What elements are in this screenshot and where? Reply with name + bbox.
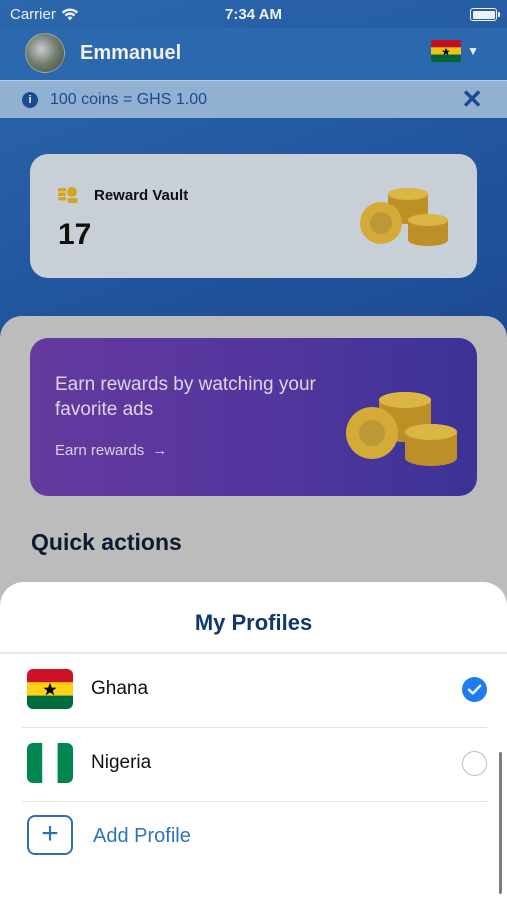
coin-rate-text: 100 coins = GHS 1.00 — [50, 91, 207, 108]
close-icon[interactable]: ✕ — [461, 86, 483, 112]
scrollbar[interactable] — [499, 752, 502, 894]
info-icon: i — [22, 92, 38, 108]
reward-vault-card[interactable]: Reward Vault 17 — [30, 154, 477, 278]
reward-vault-title: Reward Vault — [94, 187, 189, 204]
ghana-flag-icon — [27, 669, 73, 709]
profile-item-nigeria[interactable]: Nigeria — [0, 728, 507, 802]
add-profile-button[interactable]: + — [27, 815, 73, 855]
profiles-sheet-title: My Profiles — [194, 610, 313, 635]
add-profile-label[interactable]: Add Profile — [93, 825, 191, 848]
unselected-radio-icon[interactable] — [462, 751, 487, 776]
promo-text: Earn rewards by watching your favorite a… — [55, 374, 316, 420]
status-bar: Carrier 7:34 AM — [0, 0, 507, 28]
coin-rate-banner: i 100 coins = GHS 1.00 ✕ — [0, 80, 507, 118]
quick-actions-heading: Quick actions — [31, 529, 182, 555]
profile-label: Nigeria — [91, 752, 152, 773]
status-time: 7:34 AM — [225, 6, 282, 23]
profiles-sheet: My Profiles Ghana Nigeria + Add Profile — [0, 582, 507, 900]
selected-check-icon[interactable] — [462, 677, 487, 702]
app-header: Emmanuel ▼ — [0, 28, 507, 80]
earn-rewards-label: Earn rewards — [55, 442, 145, 459]
vault-icon — [58, 187, 78, 203]
reward-vault-value: 17 — [58, 218, 92, 251]
ghana-flag-icon — [431, 40, 462, 62]
row-divider — [22, 801, 487, 802]
coins-illustration — [346, 392, 457, 466]
battery-icon — [470, 8, 500, 21]
coins-illustration — [360, 188, 448, 246]
username: Emmanuel — [80, 42, 182, 64]
earn-rewards-banner[interactable]: Earn rewards by watching your favorite a… — [30, 338, 477, 496]
nigeria-flag-icon — [27, 743, 73, 783]
country-selector[interactable]: ▼ — [431, 40, 479, 62]
profile-label: Ghana — [91, 678, 149, 699]
avatar[interactable] — [25, 33, 65, 73]
profile-item-ghana[interactable]: Ghana — [0, 654, 507, 728]
arrow-right-icon: → — [152, 442, 168, 459]
chevron-down-icon: ▼ — [467, 44, 479, 58]
earn-rewards-link[interactable]: Earn rewards → — [55, 442, 167, 459]
